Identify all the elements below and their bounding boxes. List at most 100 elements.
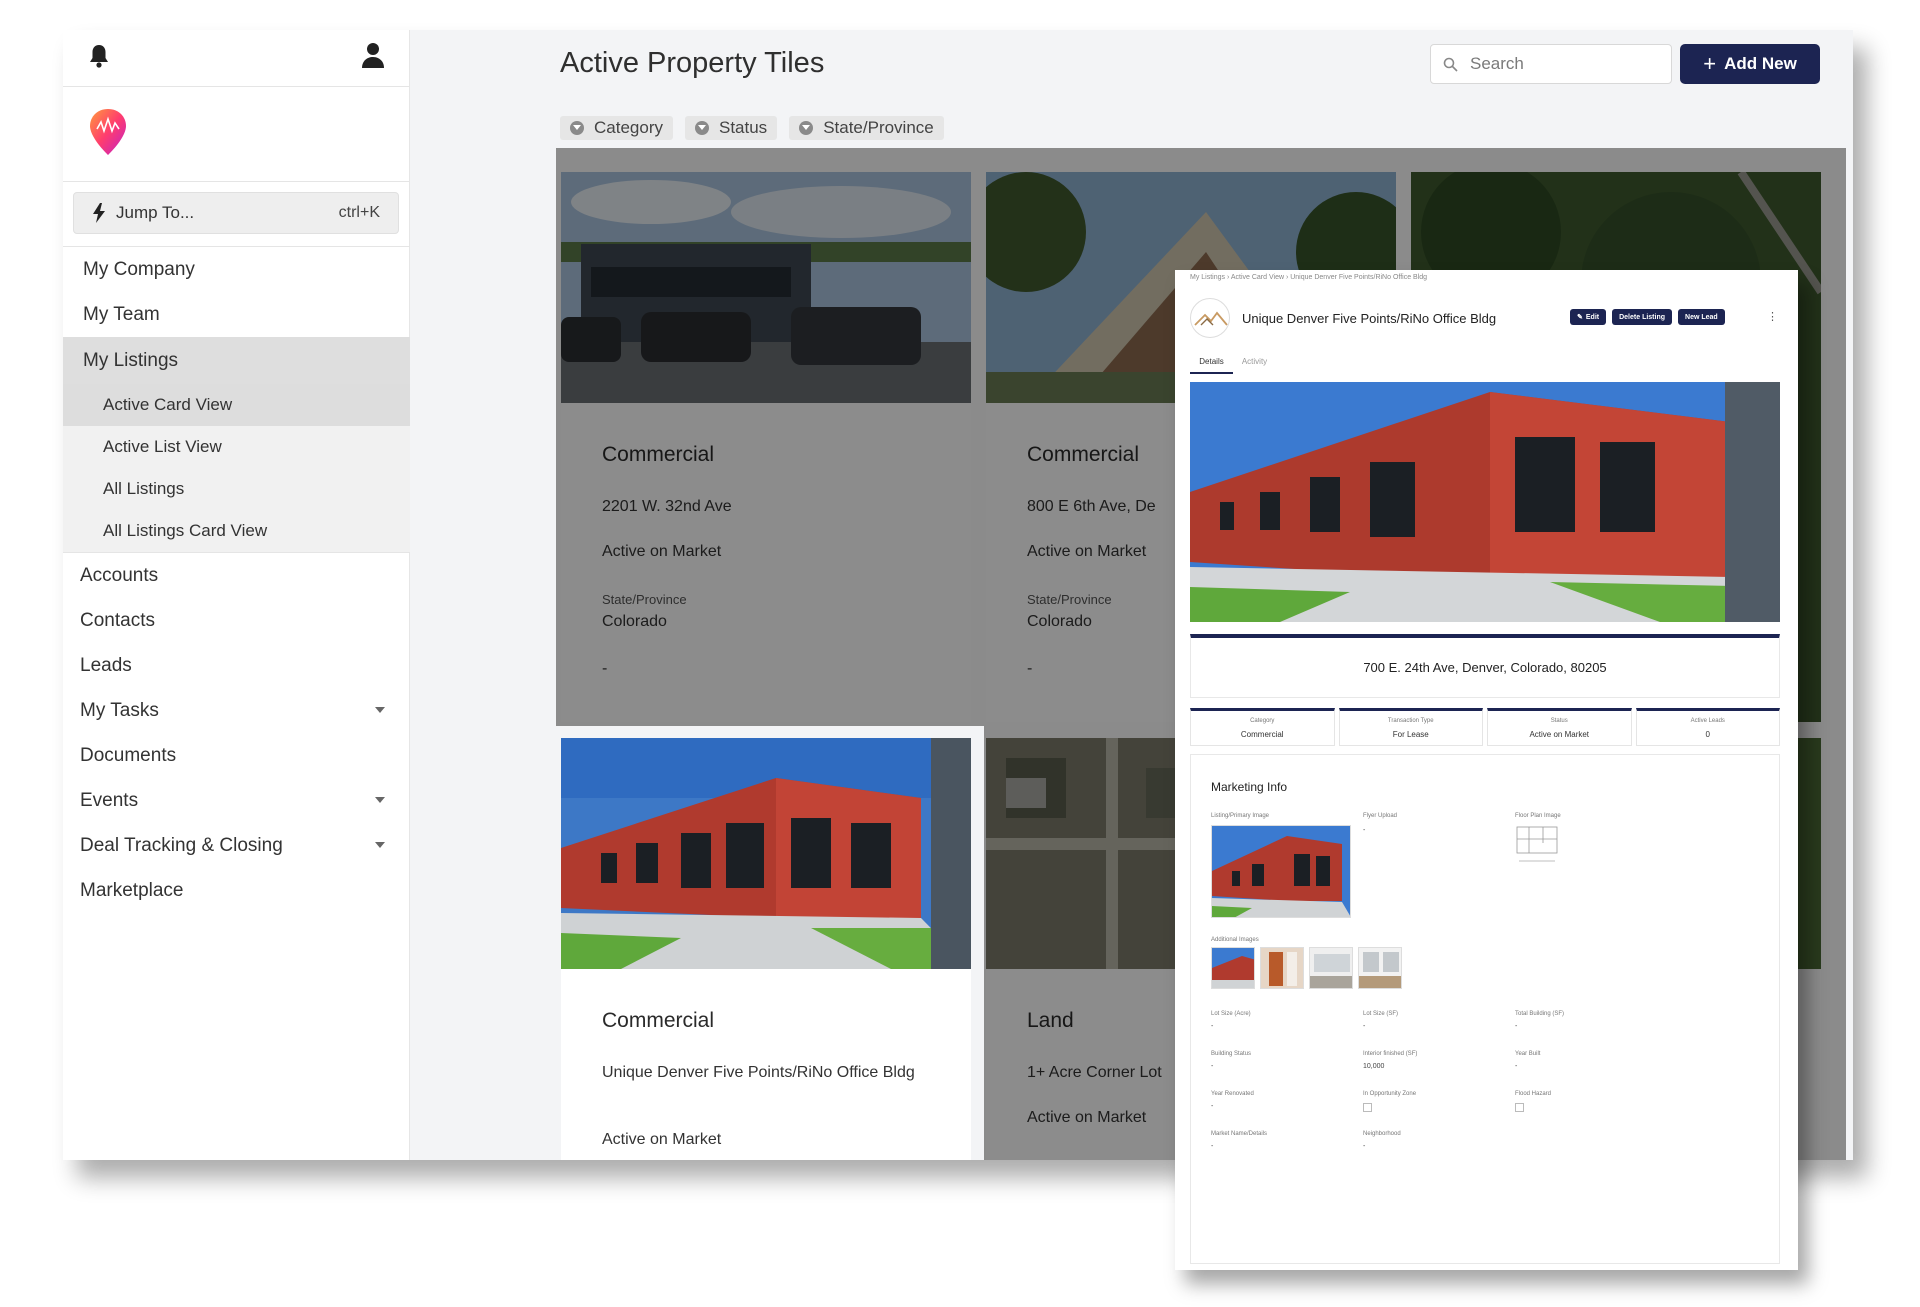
sidebar-sub-label: All Listings [103, 479, 185, 498]
property-card-selected[interactable]: Commercial Unique Denver Five Points/RiN… [561, 738, 971, 1160]
stat-transaction-type: Transaction Type For Lease [1338, 708, 1483, 746]
sidebar-item-deal-tracking[interactable]: Deal Tracking & Closing [63, 823, 410, 868]
bell-icon[interactable] [87, 43, 111, 69]
field-value: - [1211, 1143, 1214, 1150]
additional-image[interactable] [1260, 947, 1304, 989]
additional-image[interactable] [1309, 947, 1353, 989]
bolt-icon [93, 203, 105, 223]
property-photo [561, 738, 971, 969]
detail-title: Unique Denver Five Points/RiNo Office Bl… [1242, 311, 1497, 326]
field-label: Building Status [1211, 1051, 1252, 1057]
sidebar-sub-label: Active List View [103, 437, 222, 456]
sidebar-sub-active-card-view[interactable]: Active Card View [63, 384, 410, 426]
more-options-icon[interactable]: ⋮ [1767, 310, 1778, 323]
additional-image[interactable] [1358, 947, 1402, 989]
sidebar-item-documents[interactable]: Documents [63, 733, 410, 778]
field-value: - [1211, 1103, 1214, 1110]
additional-images-label: Additional Images [1211, 937, 1259, 943]
property-card[interactable]: Commercial 2201 W. 32nd Ave Active on Ma… [561, 172, 971, 722]
filter-label: Status [718, 118, 768, 137]
field-value: - [1211, 1023, 1214, 1030]
sidebar-item-label: Leads [80, 654, 132, 676]
card-category: Commercial [602, 1009, 715, 1032]
sidebar-sub-all-listings[interactable]: All Listings [63, 468, 410, 510]
sidebar-sub-active-list-view[interactable]: Active List View [63, 426, 410, 468]
floor-plan-label: Floor Plan Image [1515, 813, 1561, 819]
chevron-down-icon [799, 121, 814, 135]
card-address: Unique Denver Five Points/RiNo Office Bl… [602, 1064, 915, 1081]
sidebar-item-my-company[interactable]: My Company [63, 247, 410, 292]
tab-activity[interactable]: Activity [1233, 357, 1276, 374]
page-title: Active Property Tiles [560, 47, 825, 79]
sidebar-item-label: My Listings [83, 349, 179, 371]
search-placeholder: Search [1470, 54, 1524, 73]
stat-label: Status [1550, 718, 1568, 724]
sidebar-top-bar [63, 30, 409, 87]
marketing-info-section: Marketing Info Listing/Primary Image Fly… [1190, 754, 1780, 1264]
stat-label: Active Leads [1690, 718, 1725, 724]
edit-button[interactable]: ✎ Edit [1570, 309, 1607, 325]
chevron-down-icon [570, 121, 584, 135]
search-input[interactable]: Search [1430, 44, 1672, 84]
sidebar-sub-label: All Listings Card View [103, 521, 268, 540]
sidebar-item-label: Documents [80, 744, 177, 766]
chevron-down-icon[interactable] [375, 707, 385, 713]
filter-bar: Category Status State/Province [560, 116, 944, 140]
brand-logo [63, 87, 409, 182]
sidebar-sub-label: Active Card View [103, 395, 233, 414]
sidebar-item-my-team[interactable]: My Team [63, 292, 410, 337]
field-value: - [1211, 1063, 1214, 1070]
sidebar-item-label: Contacts [80, 609, 155, 631]
card-dim-overlay [561, 172, 971, 722]
sidebar-item-events[interactable]: Events [63, 778, 410, 823]
add-new-button[interactable]: + Add New [1680, 44, 1820, 84]
stat-label: Category [1250, 718, 1275, 724]
listing-address: 700 E. 24th Ave, Denver, Colorado, 80205 [1190, 634, 1780, 698]
field-value: - [1515, 1063, 1518, 1070]
chevron-down-icon[interactable] [375, 842, 385, 848]
sidebar-nav: My Company My Team My Listings Active Ca… [63, 246, 410, 913]
sidebar-item-marketplace[interactable]: Marketplace [63, 868, 410, 913]
sidebar-item-leads[interactable]: Leads [63, 643, 410, 688]
sidebar-item-label: Marketplace [80, 879, 184, 901]
detail-stats: Category Commercial Transaction Type For L… [1190, 708, 1780, 746]
filter-label: Category [594, 118, 663, 137]
sidebar-item-contacts[interactable]: Contacts [63, 598, 410, 643]
sidebar-item-my-tasks[interactable]: My Tasks [63, 688, 410, 733]
floor-plan-image[interactable] [1515, 825, 1559, 869]
filter-state-province[interactable]: State/Province [789, 116, 944, 140]
stat-active-leads: Active Leads 0 [1635, 708, 1780, 746]
sidebar-item-label: Events [80, 789, 139, 811]
additional-image[interactable] [1211, 947, 1255, 989]
sidebar-sub-all-listings-card-view[interactable]: All Listings Card View [63, 510, 410, 552]
plus-icon: + [1703, 51, 1717, 76]
field-value: 10,000 [1363, 1063, 1385, 1070]
flood-hazard-checkbox[interactable] [1515, 1103, 1524, 1112]
stat-label: Transaction Type [1387, 718, 1434, 724]
opportunity-zone-checkbox[interactable] [1363, 1103, 1372, 1112]
primary-image-label: Listing/Primary Image [1211, 813, 1270, 819]
user-icon[interactable] [361, 41, 385, 69]
delete-listing-label: Delete Listing [1619, 313, 1666, 321]
listing-logo [1190, 298, 1230, 338]
field-label: Year Built [1515, 1051, 1541, 1057]
sidebar-item-my-listings[interactable]: My Listings [63, 337, 410, 384]
field-label: Year Renovated [1211, 1091, 1254, 1097]
marketing-title: Marketing Info [1211, 780, 1288, 794]
new-lead-button[interactable]: New Lead [1678, 309, 1725, 325]
jump-to-label: Jump To... [116, 203, 195, 222]
delete-listing-button[interactable]: Delete Listing [1612, 309, 1673, 325]
sidebar-item-label: My Company [83, 258, 195, 280]
filter-status[interactable]: Status [684, 116, 778, 140]
primary-image[interactable] [1211, 825, 1351, 918]
stat-status: Status Active on Market [1487, 708, 1632, 746]
filter-label: State/Province [823, 118, 934, 137]
sidebar-item-accounts[interactable]: Accounts [63, 553, 410, 598]
tab-details[interactable]: Details [1190, 357, 1233, 374]
chevron-down-icon [694, 121, 709, 135]
field-value: - [1363, 1143, 1366, 1150]
chevron-down-icon[interactable] [375, 797, 385, 803]
filter-category[interactable]: Category [560, 116, 673, 140]
jump-to-button[interactable]: Jump To... ctrl+K [73, 192, 399, 234]
jump-to-shortcut: ctrl+K [338, 204, 380, 221]
